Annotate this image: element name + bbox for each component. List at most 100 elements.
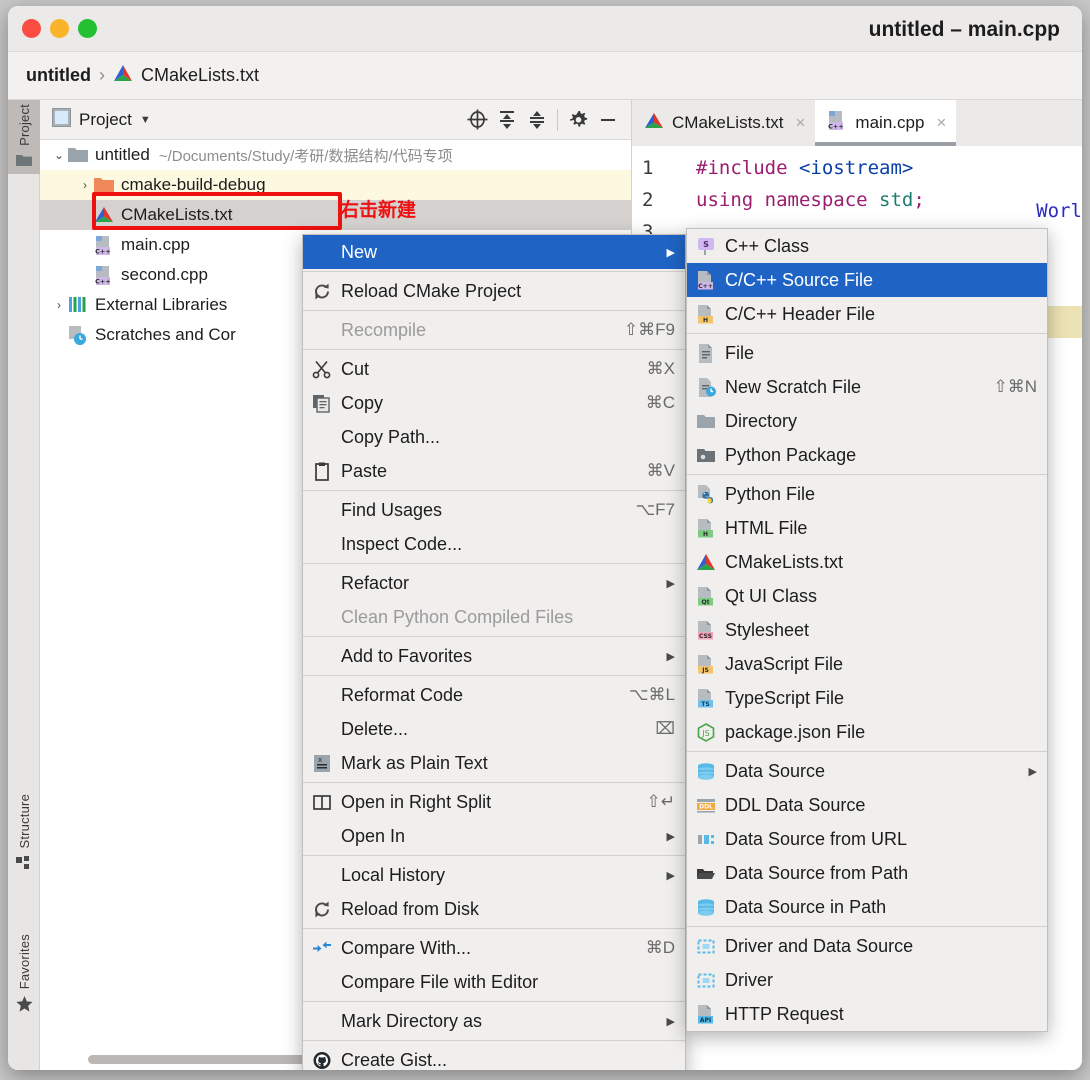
cpp-header-icon: H xyxy=(695,304,717,324)
menu-item-add-to-favorites[interactable]: Add to Favorites ▶ xyxy=(303,639,685,673)
sidebar-item-project[interactable]: Project xyxy=(8,100,40,174)
chevron-down-icon[interactable]: ⌄ xyxy=(50,148,68,162)
menu-item-copy-path[interactable]: Copy Path... xyxy=(303,420,685,454)
menu-item-qt-ui-class[interactable]: Qt Qt UI Class xyxy=(687,579,1047,613)
menu-item-refactor[interactable]: Refactor ▶ xyxy=(303,566,685,600)
menu-item-data-source[interactable]: Data Source ▶ xyxy=(687,754,1047,788)
menu-item-http-request[interactable]: API HTTP Request xyxy=(687,997,1047,1031)
menu-item-data-source-from-path[interactable]: Data Source from Path xyxy=(687,856,1047,890)
sidebar-item-structure[interactable]: Structure xyxy=(8,790,40,877)
menu-item-file[interactable]: File xyxy=(687,336,1047,370)
chevron-right-icon[interactable]: › xyxy=(76,178,94,192)
menu-item-copy[interactable]: Copy ⌘C xyxy=(303,386,685,420)
menu-item-mark-directory-as[interactable]: Mark Directory as ▶ xyxy=(303,1004,685,1038)
breadcrumb-root[interactable]: untitled xyxy=(26,65,91,86)
menu-item-c-c-source-file[interactable]: C++ C/C++ Source File xyxy=(687,263,1047,297)
svg-text:H: H xyxy=(703,531,708,538)
menu-item-mark-as-plain-text[interactable]: x Mark as Plain Text xyxy=(303,746,685,780)
menu-item-label: Driver and Data Source xyxy=(725,935,914,956)
expand-all-icon[interactable] xyxy=(492,105,522,135)
menu-item-compare-with[interactable]: Compare With... ⌘D xyxy=(303,931,685,965)
locate-icon[interactable] xyxy=(462,105,492,135)
menu-item-label: C/C++ Source File xyxy=(725,269,874,290)
context-menu[interactable]: New ▶ Reload CMake Project Recompile ⇧⌘F9 Cut… xyxy=(302,234,686,1070)
svg-text:DDL: DDL xyxy=(699,803,713,810)
menu-item-typescript-file[interactable]: TS TypeScript File xyxy=(687,681,1047,715)
menu-item-cut[interactable]: Cut ⌘X xyxy=(303,352,685,386)
menu-item-new-scratch-file[interactable]: New Scratch File ⇧⌘N xyxy=(687,370,1047,404)
editor-tab-bar: CMakeLists.txt × C++ main.cpp × xyxy=(632,100,1082,146)
menu-item-label: File xyxy=(725,342,755,363)
menu-item-recompile: Recompile ⇧⌘F9 xyxy=(303,313,685,347)
settings-gear-icon[interactable] xyxy=(563,105,593,135)
menu-item-data-source-from-url[interactable]: Data Source from URL xyxy=(687,822,1047,856)
tree-label: second.cpp xyxy=(121,265,208,284)
tree-row-untitled[interactable]: ⌄ untitled ~/Documents/Study/考研/数据结构/代码专… xyxy=(40,140,631,170)
menu-item-delete[interactable]: Delete... ⌧ xyxy=(303,712,685,746)
menu-item-label: Recompile xyxy=(341,319,427,340)
menu-item-data-source-in-path[interactable]: Data Source in Path xyxy=(687,890,1047,924)
tab-label: CMakeLists.txt xyxy=(672,113,784,132)
menu-item-reload-cmake-project[interactable]: Reload CMake Project xyxy=(303,274,685,308)
menu-item-open-in[interactable]: Open In ▶ xyxy=(303,819,685,853)
menu-item-html-file[interactable]: H HTML File xyxy=(687,511,1047,545)
directory-icon xyxy=(695,412,717,431)
menu-item-c-class[interactable]: S C++ Class xyxy=(687,229,1047,263)
menu-item-package-json-file[interactable]: JS package.json File xyxy=(687,715,1047,749)
menu-item-stylesheet[interactable]: CSS Stylesheet xyxy=(687,613,1047,647)
chevron-right-icon[interactable]: › xyxy=(50,298,68,312)
menu-item-label: Clean Python Compiled Files xyxy=(341,606,574,627)
menu-item-label: Reformat Code xyxy=(341,684,464,705)
menu-item-new[interactable]: New ▶ xyxy=(303,235,685,269)
menu-item-reload-from-disk[interactable]: Reload from Disk xyxy=(303,892,685,926)
menu-item-python-file[interactable]: Python File xyxy=(687,477,1047,511)
cmake-icon xyxy=(113,64,133,88)
menu-item-label: Compare With... xyxy=(341,937,472,958)
menu-separator xyxy=(303,675,685,676)
hide-panel-icon[interactable] xyxy=(593,105,623,135)
svg-text:C++: C++ xyxy=(829,123,845,131)
menu-item-label: JavaScript File xyxy=(725,653,844,674)
new-submenu[interactable]: S C++ Class C++ C/C++ Source File H C/C++… xyxy=(686,228,1048,1032)
menu-item-local-history[interactable]: Local History ▶ xyxy=(303,858,685,892)
menu-item-c-c-header-file[interactable]: H C/C++ Header File xyxy=(687,297,1047,331)
menu-item-compare-file-with-editor[interactable]: Compare File with Editor xyxy=(303,965,685,999)
tab-cmakelists[interactable]: CMakeLists.txt × xyxy=(632,100,815,146)
menu-item-label: Copy xyxy=(341,392,384,413)
menu-item-cmakelists-txt[interactable]: CMakeLists.txt xyxy=(687,545,1047,579)
collapse-all-icon[interactable] xyxy=(522,105,552,135)
menu-item-create-gist[interactable]: Create Gist... xyxy=(303,1043,685,1070)
sidebar-item-favorites[interactable]: Favorites xyxy=(8,930,40,1017)
chevron-down-icon[interactable]: ▼ xyxy=(140,114,151,126)
code-peek-text: Worl xyxy=(1036,200,1082,222)
menu-item-label: package.json File xyxy=(725,721,866,742)
menu-item-python-package[interactable]: Python Package xyxy=(687,438,1047,472)
close-window-button[interactable] xyxy=(22,19,41,38)
tab-main-cpp[interactable]: C++ main.cpp × xyxy=(815,100,957,146)
menu-item-inspect-code[interactable]: Inspect Code... xyxy=(303,527,685,561)
close-icon[interactable]: × xyxy=(936,113,946,133)
project-horizontal-scrollbar[interactable] xyxy=(88,1055,324,1064)
menu-item-ddl-data-source[interactable]: DDL DDL Data Source xyxy=(687,788,1047,822)
tree-row-cmakelists[interactable]: CMakeLists.txt xyxy=(40,200,631,230)
svg-text:CSS: CSS xyxy=(699,633,712,640)
split-icon xyxy=(311,793,333,812)
menu-item-label: HTTP Request xyxy=(725,1003,844,1024)
menu-item-directory[interactable]: Directory xyxy=(687,404,1047,438)
libraries-icon xyxy=(68,296,88,314)
menu-item-driver[interactable]: Driver xyxy=(687,963,1047,997)
window-title: untitled – main.cpp xyxy=(868,18,1060,41)
breadcrumb-leaf[interactable]: CMakeLists.txt xyxy=(141,65,259,86)
database-icon xyxy=(695,762,717,781)
menu-item-paste[interactable]: Paste ⌘V xyxy=(303,454,685,488)
menu-item-find-usages[interactable]: Find Usages ⌥F7 xyxy=(303,493,685,527)
menu-item-reformat-code[interactable]: Reformat Code ⌥⌘L xyxy=(303,678,685,712)
cpp-file-icon: C++ xyxy=(94,266,114,286)
menu-item-driver-and-data-source[interactable]: Driver and Data Source xyxy=(687,929,1047,963)
close-icon[interactable]: × xyxy=(795,113,805,133)
maximize-window-button[interactable] xyxy=(78,19,97,38)
menu-item-open-in-right-split[interactable]: Open in Right Split ⇧↵ xyxy=(303,785,685,819)
menu-item-javascript-file[interactable]: JS JavaScript File xyxy=(687,647,1047,681)
minimize-window-button[interactable] xyxy=(50,19,69,38)
tree-row-cmake-build-debug[interactable]: › cmake-build-debug xyxy=(40,170,631,200)
